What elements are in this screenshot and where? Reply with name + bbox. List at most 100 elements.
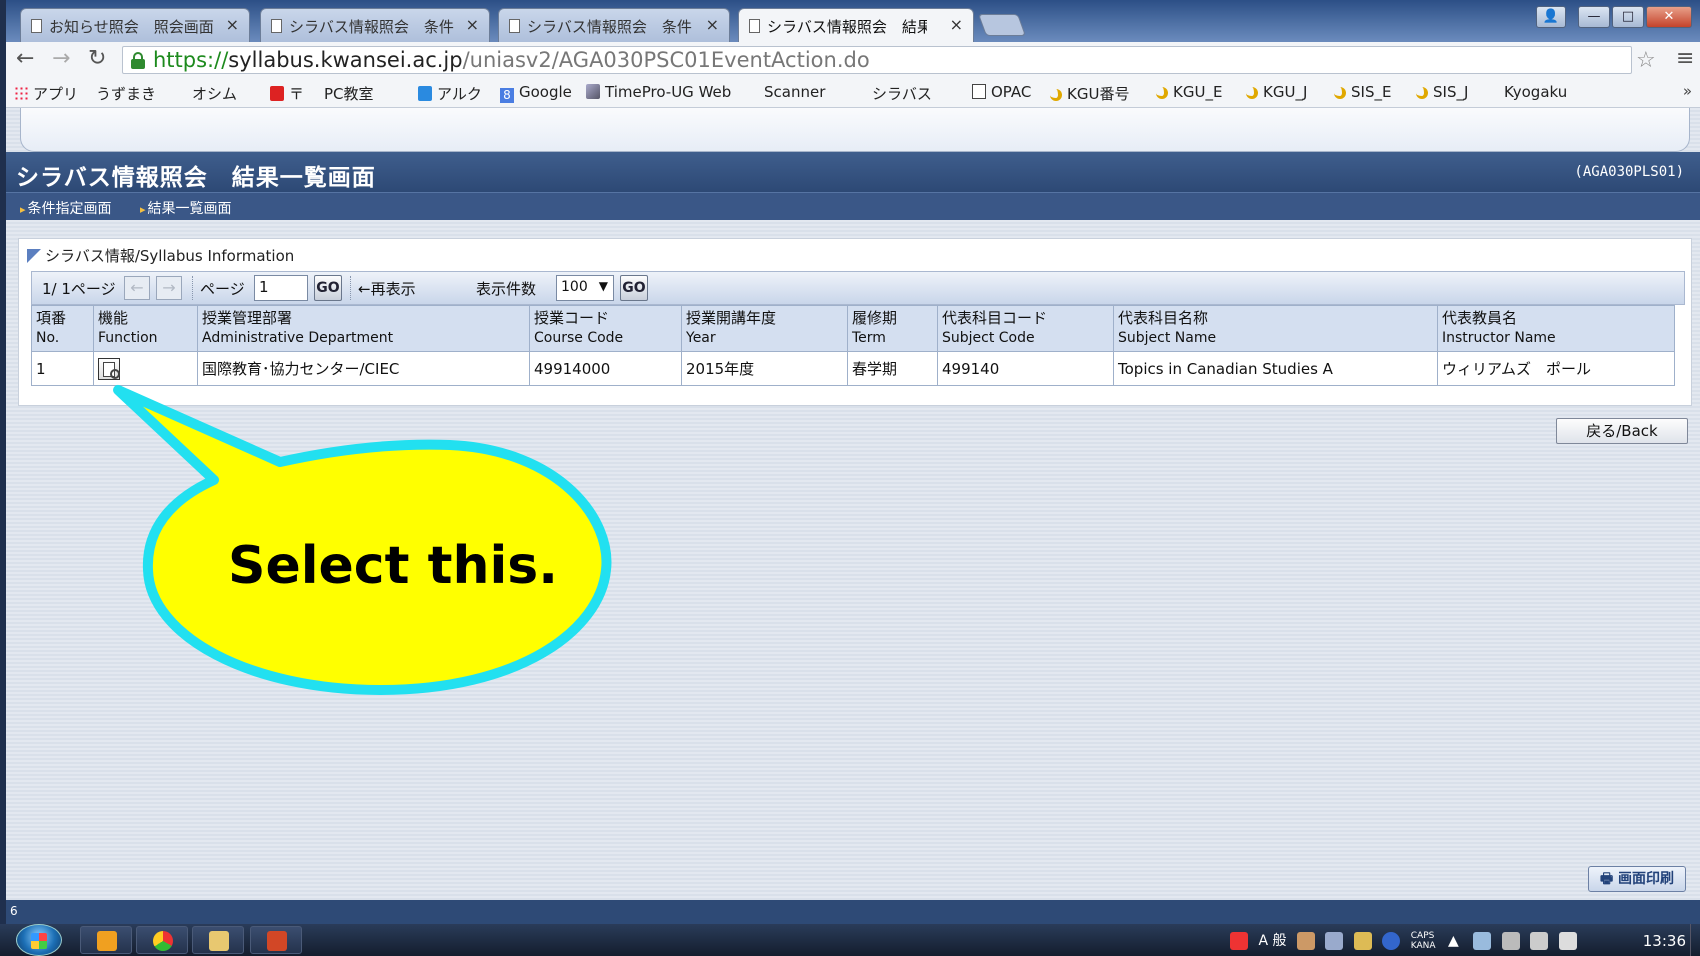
bookmark-sis-j[interactable]: SIS_J [1416,83,1468,101]
close-window-button[interactable]: ✕ [1646,6,1692,28]
column-header-instructor: 代表教員名 Instructor Name [1437,305,1675,352]
bookmark-timepro[interactable]: TimePro-UG Web [586,83,731,101]
taskbar-office[interactable] [80,926,132,954]
browser-window: お知らせ照会 照会画面 × シラバス情報照会 条件 × シラバス情報照会 条件 … [6,0,1700,956]
close-tab-icon[interactable]: × [950,15,963,34]
divider [192,276,193,300]
column-header-ja: 代表科目コード [942,309,1048,327]
page-number-input[interactable]: 1 [254,275,308,301]
next-page-icon[interactable]: → [156,276,182,300]
taskbar-powerpoint[interactable] [250,926,302,954]
help-icon[interactable] [1382,932,1401,950]
browser-tab-active[interactable]: シラバス情報照会 結果 × [738,8,974,42]
column-header-ja: 代表教員名 [1442,309,1518,327]
browser-tab-2[interactable]: シラバス情報照会 条件 × [260,8,490,42]
ime-pad-icon[interactable] [1325,932,1344,950]
action-center-icon[interactable] [1473,932,1492,950]
taskbar-explorer[interactable] [192,926,244,954]
start-button[interactable] [16,924,62,956]
show-desktop-button[interactable] [1690,924,1700,956]
bookmark-post[interactable]: 〒 [270,83,304,104]
taskbar-clock[interactable]: 13:36 [1643,932,1686,950]
redisplay-link[interactable]: ←再表示 [358,278,416,299]
display-count-label: 表示件数 [476,280,537,298]
column-header-ja: 代表科目名称 [1118,309,1209,327]
tab-strip: お知らせ照会 照会画面 × シラバス情報照会 条件 × シラバス情報照会 条件 … [6,0,1700,42]
bookmark-opac[interactable]: OPAC [972,83,1031,101]
status-bar: 6 [6,900,1700,924]
breadcrumb-conditions[interactable]: 条件指定画面 [20,198,112,218]
bookmark-kgu-number[interactable]: KGU番号 [1050,83,1129,104]
go-count-button[interactable]: GO [620,275,648,301]
title-bar: シラバス情報照会 結果一覧画面 (AGA030PLS01) [6,152,1700,192]
moon-icon [1156,87,1168,99]
bookmark-pc[interactable]: PC教室 [324,83,374,206]
column-header-en: Course Code [534,330,624,346]
power-icon[interactable] [1501,932,1520,950]
close-tab-icon[interactable]: × [706,15,719,34]
column-header-subject-name: 代表科目名称 Subject Name [1113,305,1438,352]
print-screen-button[interactable]: 🖶 画面印刷 [1588,866,1686,892]
maximize-button[interactable]: □ [1612,6,1644,28]
header-band [20,108,1690,152]
bookmark-label: うずまき [96,85,157,103]
breadcrumb-results[interactable]: 結果一覧画面 [140,198,232,218]
syllabus-view-icon[interactable] [98,357,120,380]
address-bar[interactable]: https://syllabus.kwansei.ac.jp/uniasv2/A… [122,46,1632,74]
bookmark-scanner[interactable]: Scanner [764,83,825,206]
tray-expand-icon[interactable]: ▲ [1448,933,1459,949]
ime-tool-icon[interactable] [1296,932,1315,950]
bookmark-kgu-e[interactable]: KGU_E [1156,83,1222,101]
go-page-button[interactable]: GO [314,275,342,301]
taskbar: A 般 CAPS KANA ▲ 13:36 [0,924,1700,956]
taskbar-chrome[interactable] [136,926,188,954]
window-controls: 👤 — □ ✕ [1536,6,1692,28]
user-icon[interactable]: 👤 [1536,6,1566,28]
bookmark-kyogaku[interactable]: Kyogaku [1504,83,1568,206]
back-arrow-icon[interactable]: ← [16,46,34,71]
bookmark-alc[interactable]: アルク [418,83,482,104]
minimize-button[interactable]: — [1578,6,1610,28]
chrome-menu-icon[interactable]: ≡ [1676,46,1694,71]
reload-icon[interactable]: ↻ [88,46,106,71]
apps-grid-icon [14,86,28,101]
bookmark-kgu-j[interactable]: KGU_J [1246,83,1307,101]
bookmark-syllabus[interactable]: シラバス [872,83,932,206]
url-scheme: https:// [153,48,229,72]
caps-label: CAPS [1410,931,1435,941]
back-button[interactable]: 戻る/Back [1556,418,1688,444]
column-header-en: Function [98,330,158,346]
more-bookmarks-icon[interactable]: » [1683,82,1692,100]
display-count-select[interactable]: 100 ▼ [556,275,614,301]
browser-tab-3[interactable]: シラバス情報照会 条件 × [498,8,730,42]
volume-muted-icon[interactable] [1558,932,1577,950]
bookmark-sis-e[interactable]: SIS_E [1334,83,1391,101]
page-icon [31,19,42,33]
ime-dict-icon[interactable] [1353,932,1372,950]
bookmark-label: Kyogaku [1504,83,1568,101]
office-icon [97,931,117,951]
section-title: シラバス情報/Syllabus Information [27,245,294,266]
cell-subject-name: Topics in Canadian Studies A [1113,351,1438,386]
ime-indicator[interactable]: A 般 [1258,933,1286,949]
forward-arrow-icon[interactable]: → [52,46,70,71]
pager-toolbar: 1/ 1ページ ← → ページ 1 GO ←再表示 表示件数 100 ▼ GO [31,271,1685,305]
bookmark-star-icon[interactable]: ☆ [1636,48,1656,73]
security-icon[interactable] [1230,932,1248,950]
moon-icon [1334,87,1346,99]
cell-year: 2015年度 [681,351,848,386]
new-tab-button[interactable] [977,14,1027,36]
network-icon[interactable] [1530,932,1549,950]
close-tab-icon[interactable]: × [466,15,479,34]
cell-no: 1 [31,351,94,386]
page-icon [509,19,520,33]
prev-page-icon[interactable]: ← [124,276,150,300]
bookmark-apps[interactable]: アプリ [14,83,78,104]
bookmark-google[interactable]: 8 Google [500,83,572,103]
bookmark-osim[interactable]: オシム [192,83,237,206]
close-tab-icon[interactable]: × [226,15,239,34]
moon-icon [1050,89,1062,101]
bookmark-uzumaki[interactable]: うずまき [96,83,157,206]
tab-label: シラバス情報照会 条件 [289,18,454,36]
browser-tab-1[interactable]: お知らせ照会 照会画面 × [20,8,250,42]
